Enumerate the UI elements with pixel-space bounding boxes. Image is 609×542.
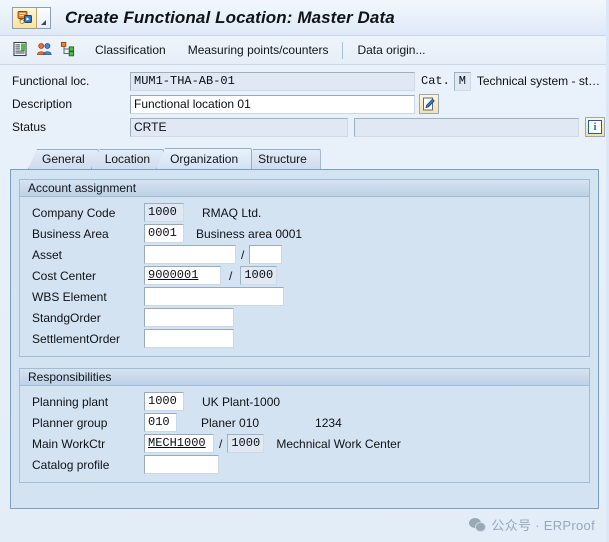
application-toolbar: Classification Measuring points/counters… <box>0 36 609 65</box>
watermark-text: 公众号 · ERProof <box>491 518 595 533</box>
category-description: Technical system - st… <box>476 74 601 88</box>
standing-order-row: StandgOrder <box>20 307 589 328</box>
description-row: Description Functional location 01 <box>0 94 609 114</box>
cost-center-label: Cost Center <box>32 268 97 283</box>
asset-row: Asset / <box>20 244 589 265</box>
planning-plant-input[interactable]: 1000 <box>144 392 184 411</box>
cost-center-row: Cost Center 9000001 / 1000 <box>20 265 589 286</box>
settlement-order-input[interactable] <box>144 329 234 348</box>
main-workctr-plant-input[interactable]: 1000 <box>227 434 265 453</box>
tab-organization[interactable]: Organization <box>156 148 253 169</box>
info-glyph: i <box>588 120 602 134</box>
catalog-profile-label: Catalog profile <box>32 457 110 472</box>
toolbar-item-data-origin[interactable]: Data origin... <box>352 42 430 58</box>
sap-gui-window: Create Functional Location: Master Data <box>0 0 609 542</box>
category-input[interactable]: M <box>453 71 471 91</box>
status-input[interactable]: CRTE <box>130 117 348 137</box>
status-row: Status CRTE i <box>0 117 609 137</box>
catalog-profile-row: Catalog profile <box>20 454 589 475</box>
catalog-profile-input[interactable] <box>144 455 219 474</box>
toolbar-item-classification[interactable]: Classification <box>90 42 171 58</box>
toolbar-separator <box>342 41 344 59</box>
business-area-row: Business Area 0001 Business area 0001 <box>20 223 589 244</box>
main-workctr-separator: / <box>219 436 223 451</box>
tab-general[interactable]: General <box>28 149 99 169</box>
structure-hierarchy-icon[interactable] <box>60 41 80 59</box>
account-assignment-body: Company Code 1000 RMAQ Ltd. Business Are… <box>20 197 589 356</box>
info-i-icon[interactable]: i <box>585 117 605 137</box>
page-title: Create Functional Location: Master Data <box>65 7 395 27</box>
responsibilities-title: Responsibilities <box>20 369 589 386</box>
header-fields: Functional loc. MUM1-THA-AB-01 Cat. M Te… <box>0 65 609 143</box>
watermark: 公众号 · ERProof <box>469 515 595 534</box>
planning-plant-label: Planning plant <box>32 394 109 409</box>
system-menu-button[interactable] <box>12 6 51 29</box>
planner-group-label: Planner group <box>32 415 108 430</box>
cost-center-input[interactable]: 9000001 <box>144 266 221 285</box>
main-workctr-row: Main WorkCtr MECH1000 / 1000 Mechnical W… <box>20 433 589 454</box>
functional-location-label: Functional loc. <box>12 74 90 88</box>
cost-center-coarea-input[interactable]: 1000 <box>240 266 278 285</box>
wbs-element-input[interactable] <box>144 287 284 306</box>
dropdown-arrow-icon[interactable] <box>37 7 50 28</box>
business-area-label: Business Area <box>32 226 109 241</box>
settlement-order-row: SettlementOrder <box>20 328 589 349</box>
standing-order-input[interactable] <box>144 308 234 327</box>
main-workctr-description: Mechnical Work Center <box>276 436 401 451</box>
main-workctr-label: Main WorkCtr <box>32 436 106 451</box>
business-area-input[interactable]: 0001 <box>144 224 184 243</box>
business-area-description: Business area 0001 <box>196 226 303 241</box>
planner-group-extra: 1234 <box>315 415 342 430</box>
company-code-label: Company Code <box>32 205 116 220</box>
tab-content-organization: Account assignment Company Code 1000 RMA… <box>10 169 599 509</box>
asset-input[interactable] <box>144 245 236 264</box>
company-code-description: RMAQ Ltd. <box>202 205 262 220</box>
account-assignment-group: Account assignment Company Code 1000 RMA… <box>19 179 590 357</box>
settlement-order-label: SettlementOrder <box>32 331 121 346</box>
partners-people-icon[interactable] <box>36 41 56 59</box>
description-label: Description <box>12 97 73 111</box>
toolbar-item-measuring-points[interactable]: Measuring points/counters <box>183 42 334 58</box>
tab-location[interactable]: Location <box>90 149 165 169</box>
classification-list-icon[interactable] <box>12 41 32 59</box>
tab-bar: General Location Organization Structure <box>0 147 609 169</box>
planning-plant-description: UK Plant-1000 <box>202 394 281 409</box>
responsibilities-body: Planning plant 1000 UK Plant-1000 Planne… <box>20 386 589 482</box>
asset-separator: / <box>241 247 245 262</box>
description-input[interactable]: Functional location 01 <box>130 94 415 114</box>
wbs-element-row: WBS Element <box>20 286 589 307</box>
standing-order-label: StandgOrder <box>32 310 101 325</box>
cost-center-separator: / <box>229 268 233 283</box>
planner-group-input[interactable]: 010 <box>144 413 177 432</box>
tab-structure[interactable]: Structure <box>244 149 321 169</box>
category-label: Cat. <box>421 74 450 88</box>
asset-subnumber-input[interactable] <box>249 245 283 264</box>
account-assignment-title: Account assignment <box>20 180 589 197</box>
functional-location-input[interactable]: MUM1-THA-AB-01 <box>130 71 415 91</box>
sap-system-icon <box>13 7 37 28</box>
status-secondary-input[interactable] <box>354 117 579 137</box>
status-label: Status <box>12 120 47 134</box>
company-code-input[interactable]: 1000 <box>144 203 184 222</box>
planner-group-description: Planer 010 <box>201 415 260 430</box>
planner-group-row: Planner group 010 Planer 010 1234 <box>20 412 589 433</box>
main-workctr-input[interactable]: MECH1000 <box>144 434 214 453</box>
planning-plant-row: Planning plant 1000 UK Plant-1000 <box>20 391 589 412</box>
wechat-icon <box>469 517 487 532</box>
pencil-edit-icon[interactable] <box>419 94 439 114</box>
functional-location-row: Functional loc. MUM1-THA-AB-01 Cat. M Te… <box>0 71 609 91</box>
company-code-row: Company Code 1000 RMAQ Ltd. <box>20 202 589 223</box>
title-bar: Create Functional Location: Master Data <box>0 0 609 36</box>
asset-label: Asset <box>32 247 63 262</box>
wbs-element-label: WBS Element <box>32 289 107 304</box>
responsibilities-group: Responsibilities Planning plant 1000 UK … <box>19 368 590 483</box>
